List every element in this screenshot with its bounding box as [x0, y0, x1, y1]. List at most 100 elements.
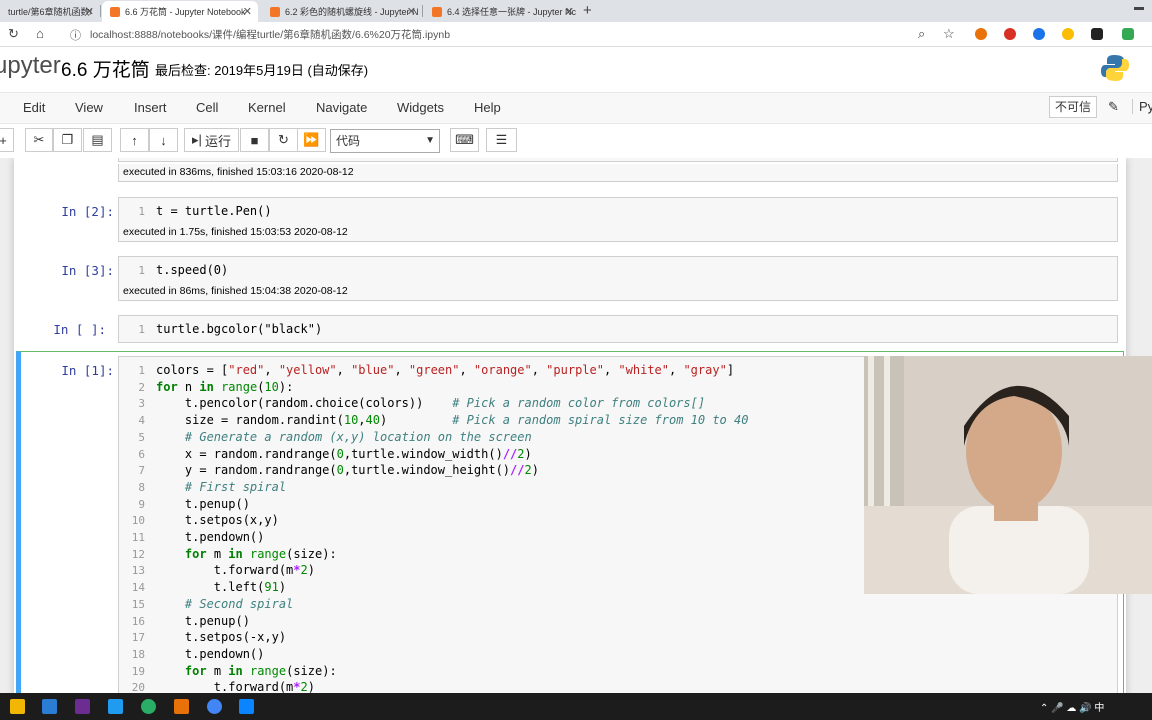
move-down-button[interactable]: ↓	[149, 128, 178, 152]
extension-icon[interactable]	[1033, 28, 1045, 40]
code-line: x = random.randrange(0,turtle.window_wid…	[156, 446, 532, 461]
plus-icon: +	[0, 132, 7, 148]
jupyter-header: upyter 6.6 万花筒 最后检查: 2019年5月19日 (自动保存)	[0, 47, 1152, 91]
cut-button[interactable]: ✂	[25, 128, 53, 152]
arrow-down-icon: ↓	[160, 132, 167, 148]
add-cell-button[interactable]: +	[0, 128, 14, 152]
line-number: 12	[131, 547, 145, 561]
chrome-icon[interactable]	[207, 699, 222, 714]
cell-prompt: In [2]:	[61, 204, 114, 219]
line-number: 10	[131, 514, 145, 528]
menu-cell[interactable]: Cell	[196, 100, 218, 115]
notebook-toolbar: + ✂ ❐ ▤ ↑ ↓ ▸| 运行 ■ ↻ ⏩ 代码 ▼ ⌨ ☰	[0, 124, 1152, 158]
kernel-indicator: Py	[1132, 99, 1152, 114]
app-icon[interactable]	[239, 699, 254, 714]
url-field[interactable]: localhost:8888/notebooks/课件/编程turtle/第6章…	[90, 27, 450, 42]
input-method[interactable]: 中	[1094, 703, 1104, 714]
menu-bar: Edit View Insert Cell Kernel Navigate Wi…	[0, 92, 1152, 124]
extension-icon[interactable]	[1091, 28, 1103, 40]
menu-view[interactable]: View	[75, 100, 103, 115]
toc-button[interactable]: ☰	[486, 128, 517, 152]
paste-icon: ▤	[91, 132, 104, 147]
code-line: t.pendown()	[156, 530, 265, 544]
code-line: t = turtle.Pen()	[156, 204, 272, 218]
code-cell-input[interactable]	[118, 158, 1118, 162]
address-bar: ↻ ⌂ ⓘ localhost:8888/notebooks/课件/编程turt…	[0, 22, 1152, 47]
cell-type-value: 代码	[336, 134, 361, 148]
fast-forward-icon: ⏩	[303, 132, 320, 147]
home-icon[interactable]: ⌂	[36, 26, 44, 41]
code-cell-input[interactable]: 1 turtle.bgcolor("black")	[118, 315, 1118, 343]
wechat-icon[interactable]	[141, 699, 156, 714]
new-tab-icon[interactable]: +	[583, 2, 592, 19]
restart-icon: ↻	[278, 132, 289, 147]
restart-button[interactable]: ↻	[269, 128, 298, 152]
vscode-icon[interactable]	[108, 699, 123, 714]
code-cell-input[interactable]: 1 t = turtle.Pen()	[118, 197, 1118, 225]
run-label: 运行	[204, 133, 231, 149]
app-icon[interactable]	[174, 699, 189, 714]
line-number: 17	[131, 631, 145, 645]
paste-button[interactable]: ▤	[83, 128, 112, 152]
window-controls-icon[interactable]: ▬	[1134, 2, 1144, 13]
chevron-down-icon: ▼	[425, 135, 435, 146]
browser-tab-3[interactable]: 6.2 彩色的随机螺旋线 - Jupyter N ✕	[262, 1, 422, 22]
code-line: for m in range(size):	[184, 546, 337, 561]
tab-close-icon[interactable]: ✕	[243, 5, 252, 18]
notebook-title[interactable]: 6.6 万花筒	[61, 55, 150, 82]
browser-tab-4[interactable]: 6.4 选择任意一张牌 - Jupyter Nc ✕	[424, 1, 580, 22]
run-button[interactable]: ▸| 运行	[184, 128, 239, 152]
code-cell-input[interactable]: 1 t.speed(0)	[118, 256, 1118, 284]
menu-help[interactable]: Help	[474, 100, 501, 115]
tab-divider	[422, 5, 423, 17]
browser-tab-1[interactable]: turtle/第6章随机函数/ ✕	[0, 1, 100, 22]
menu-widgets[interactable]: Widgets	[397, 100, 444, 115]
browser-tab-2[interactable]: 6.6 万花筒 - Jupyter Notebook ✕	[102, 1, 258, 22]
extension-icon[interactable]	[1004, 28, 1016, 40]
restart-run-all-button[interactable]: ⏩	[297, 128, 326, 152]
zoom-icon[interactable]: ⌕	[918, 26, 925, 42]
interrupt-button[interactable]: ■	[240, 128, 269, 152]
code-line: turtle.bgcolor("black")	[156, 322, 323, 336]
chrome-icon[interactable]	[1062, 28, 1074, 40]
command-palette-button[interactable]: ⌨	[450, 128, 479, 152]
tab-close-icon[interactable]: ✕	[565, 5, 574, 18]
extension-icon[interactable]	[1122, 28, 1134, 40]
execution-time: executed in 86ms, finished 15:04:38 2020…	[118, 283, 1118, 301]
move-up-button[interactable]: ↑	[120, 128, 149, 152]
cell-type-select[interactable]: 代码 ▼	[330, 129, 440, 153]
tab-close-icon[interactable]: ✕	[85, 5, 94, 18]
menu-kernel[interactable]: Kernel	[248, 100, 286, 115]
app-icon[interactable]	[42, 699, 57, 714]
copy-button[interactable]: ❐	[53, 128, 82, 152]
line-number: 3	[138, 397, 145, 411]
jupyter-logo[interactable]: upyter	[0, 52, 61, 80]
line-number: 1	[138, 264, 145, 277]
code-line: size = random.randint(10,40) # Pick a ra…	[156, 413, 749, 428]
code-line: # Generate a random (x,y) location on th…	[184, 429, 532, 444]
webcam-overlay	[864, 356, 1152, 594]
file-explorer-icon[interactable]	[10, 699, 25, 714]
menu-navigate[interactable]: Navigate	[316, 100, 367, 115]
code-line: t.speed(0)	[156, 263, 229, 277]
code-line: for n in range(10):	[156, 379, 294, 394]
tab-close-icon[interactable]: ✕	[407, 5, 416, 18]
line-number: 14	[131, 581, 145, 595]
bookmark-star-icon[interactable]: ☆	[943, 26, 955, 42]
extension-icon[interactable]	[975, 28, 987, 40]
premiere-icon[interactable]	[75, 699, 90, 714]
line-number: 19	[131, 664, 145, 678]
menu-insert[interactable]: Insert	[134, 100, 167, 115]
system-tray[interactable]: ⌃ 🎤 ☁ 🔊 中	[1040, 699, 1104, 714]
info-icon[interactable]: ⓘ	[70, 27, 81, 43]
reload-icon[interactable]: ↻	[8, 26, 19, 42]
scissors-icon: ✂	[33, 132, 45, 147]
arrow-up-icon: ↑	[131, 132, 138, 148]
execution-time: executed in 836ms, finished 15:03:16 202…	[118, 164, 1118, 182]
execution-time: executed in 1.75s, finished 15:03:53 202…	[118, 224, 1118, 242]
menu-edit[interactable]: Edit	[23, 100, 45, 115]
edit-pencil-icon[interactable]: ✎	[1108, 99, 1119, 115]
untrusted-badge[interactable]: 不可信	[1049, 96, 1098, 118]
code-line: t.left(91)	[156, 580, 287, 595]
jupyter-favicon-icon	[270, 6, 280, 17]
